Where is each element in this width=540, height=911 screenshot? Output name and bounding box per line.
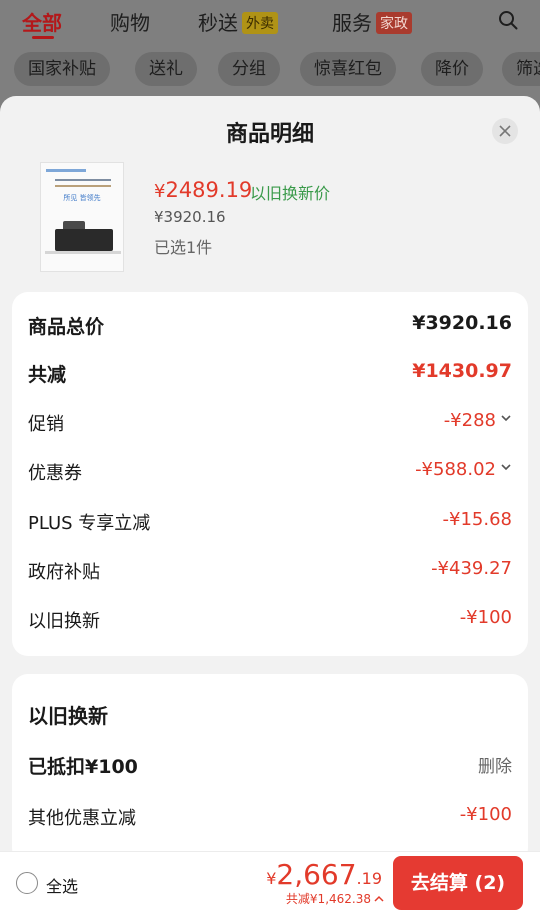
search-icon[interactable]	[498, 10, 518, 30]
row-other-discount: 其他优惠立减 -¥100	[28, 804, 512, 830]
reduction-value: ¥1430.97	[412, 360, 512, 382]
sheet-title: 商品明细	[225, 122, 314, 147]
tab-all-label: 全部	[22, 11, 62, 35]
other-discount-label: 其他优惠立减	[28, 808, 136, 829]
takeout-badge: 外卖	[242, 12, 278, 34]
row-plus-discount: PLUS 专享立减 -¥15.68	[28, 509, 512, 535]
tradein-value: -¥100	[459, 607, 512, 628]
total-price-label: 商品总价	[28, 316, 105, 338]
coupon-label: 优惠券	[28, 463, 82, 484]
row-total-reduction: 共减 ¥1430.97	[28, 360, 512, 386]
select-all-checkbox[interactable]	[16, 872, 38, 894]
chip-group[interactable]: 分组	[218, 52, 280, 86]
original-price: ¥3920.16	[154, 208, 226, 226]
plus-discount-value: -¥15.68	[442, 509, 512, 530]
close-button[interactable]	[492, 118, 518, 144]
row-coupon[interactable]: 优惠券 -¥588.02	[28, 459, 512, 485]
tradein-card-title: 以旧换新	[28, 704, 108, 728]
tab-flash-label: 秒送	[198, 11, 238, 35]
chip-red-packet[interactable]: 惊喜红包	[300, 52, 396, 86]
deducted-label: 已抵扣¥100	[28, 756, 138, 778]
chip-national-subsidy[interactable]: 国家补贴	[14, 52, 110, 86]
thumbnail-slogan: 所见 皆领先	[63, 194, 101, 202]
row-deducted: 已抵扣¥100 删除	[28, 752, 512, 778]
chevron-down-icon	[501, 464, 511, 471]
total-amount: ¥2,667.19	[266, 858, 382, 891]
close-icon	[499, 125, 511, 137]
reduction-label: 共减	[28, 364, 67, 386]
tab-flash-delivery[interactable]: 秒送 外卖	[198, 7, 278, 36]
promotion-label: 促销	[28, 414, 64, 435]
row-total-price: 商品总价 ¥3920.16	[28, 312, 512, 338]
delete-button[interactable]: 删除	[478, 752, 512, 777]
row-government-subsidy: 政府补贴 -¥439.27	[28, 558, 512, 584]
tab-all[interactable]: 全部	[22, 7, 62, 36]
other-discount-value: -¥100	[459, 804, 512, 825]
tab-services-label: 服务	[332, 11, 372, 35]
subsidy-label: 政府补贴	[28, 562, 100, 583]
chip-gift[interactable]: 送礼	[135, 52, 197, 86]
tab-shopping[interactable]: 购物	[110, 7, 150, 36]
plus-discount-label: PLUS 专享立减	[28, 513, 151, 534]
top-navigation: 全部 购物 秒送 外卖 服务 家政	[0, 0, 540, 44]
selected-count: 已选1件	[154, 238, 213, 257]
chip-filter[interactable]: 筛选	[502, 52, 540, 86]
checkout-button[interactable]: 去结算 (2)	[393, 856, 523, 910]
price-breakdown-card: 商品总价 ¥3920.16 共减 ¥1430.97 促销 -¥288 优惠券 -…	[12, 292, 528, 656]
chip-price-drop[interactable]: 降价	[421, 52, 483, 86]
product-summary: 所见 皆领先 ¥2489.19 以旧换新价 ¥3920.16 已选1件	[40, 162, 520, 278]
row-tradein: 以旧换新 -¥100	[28, 607, 512, 633]
tradein-card: 以旧换新 已抵扣¥100 删除 其他优惠立减 -¥100	[12, 674, 528, 864]
active-tab-underline	[32, 36, 54, 39]
product-detail-sheet: 商品明细 所见 皆领先 ¥2489.19 以旧换新价 ¥3920.16 已选1件…	[0, 96, 540, 911]
coupon-value: -¥588.02	[415, 459, 512, 480]
select-all-label[interactable]: 全选	[46, 873, 78, 897]
tab-services[interactable]: 服务 家政	[332, 7, 412, 36]
filter-chips: 国家补贴 送礼 分组 惊喜红包 降价 筛选	[0, 52, 540, 88]
checkout-bar: 全选 ¥2,667.19 共减¥1,462.38 去结算 (2)	[0, 851, 540, 911]
chevron-down-icon	[501, 415, 511, 422]
row-promotion[interactable]: 促销 -¥288	[28, 410, 512, 436]
current-price: ¥2489.19	[154, 178, 253, 202]
tab-shopping-label: 购物	[110, 11, 150, 35]
total-price-value: ¥3920.16	[412, 312, 512, 334]
subsidy-value: -¥439.27	[431, 558, 512, 579]
tradein-label: 以旧换新	[28, 611, 100, 632]
total-saved[interactable]: 共减¥1,462.38	[286, 890, 384, 907]
promotion-value: -¥288	[444, 410, 512, 431]
tradein-price-label: 以旧换新价	[250, 184, 331, 203]
housekeeping-badge: 家政	[376, 12, 412, 34]
product-thumbnail[interactable]: 所见 皆领先	[40, 162, 124, 272]
chevron-up-icon	[374, 895, 384, 902]
